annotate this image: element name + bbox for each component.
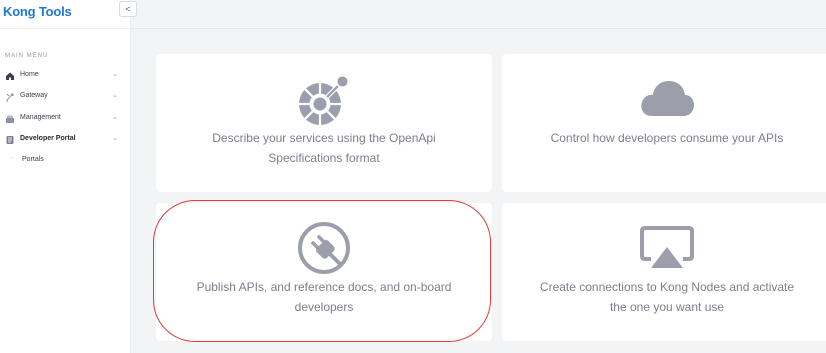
gateway-icon [6, 93, 14, 102]
sidebar-item-label: Management [20, 114, 61, 121]
openapi-card[interactable]: Describe your services using the OpenApi… [156, 54, 492, 192]
chevron-down-icon: ⌄ [112, 135, 118, 142]
sidebar-item-label: Gateway [20, 92, 48, 99]
consume-apis-card-text-line1: Control how developers consume your APIs [550, 131, 784, 145]
sidebar-item-gateway[interactable]: Gateway ⌄ [0, 90, 131, 104]
publish-apis-card[interactable]: Publish APIs, and reference docs, and on… [156, 203, 492, 341]
brand-divider [0, 28, 131, 29]
chevron-down-icon: ⌄ [112, 92, 118, 99]
home-icon [6, 72, 14, 80]
sidebar-item-label: Home [20, 71, 39, 78]
kong-nodes-card[interactable]: Create connections to Kong Nodes and act… [502, 203, 826, 341]
kong-nodes-card-text-line1: Create connections to Kong Nodes and act… [539, 280, 795, 294]
sidebar-item-management[interactable]: Management ⌄ [0, 112, 131, 126]
chevron-down-icon: ⌄ [112, 71, 118, 78]
kong-tools-logo[interactable]: Kong Tools [3, 4, 72, 19]
openapi-card-text-line2: Specifications format [268, 151, 380, 165]
sidebar-item-developer-portal[interactable]: Developer Portal ⌄ [0, 133, 131, 147]
kong-nodes-card-text-line2: the one you want use [609, 300, 725, 314]
openapi-card-text-line1: Describe your services using the OpenApi [212, 131, 436, 145]
plug-icon [298, 222, 350, 274]
connection-icon [640, 226, 694, 268]
sidebar-item-label: Developer Portal [20, 135, 76, 142]
openapi-icon [299, 74, 350, 125]
developer-portal-icon [6, 136, 14, 144]
chevron-down-icon: ⌄ [112, 114, 118, 121]
management-icon [6, 114, 14, 123]
sidebar-item-home[interactable]: Home ⌄ [0, 69, 131, 83]
header-divider [131, 28, 826, 29]
consume-apis-card[interactable]: Control how developers consume your APIs [502, 54, 826, 192]
collapse-sidebar-button[interactable]: < [119, 1, 137, 17]
bullet-icon: · [10, 155, 13, 162]
cloud-icon [641, 81, 694, 116]
sidebar-subitem-label: Portals [22, 156, 44, 163]
main-content: Describe your services using the OpenApi… [131, 0, 826, 353]
publish-apis-card-text-line2: developers [294, 300, 354, 314]
publish-apis-card-text-line1: Publish APIs, and reference docs, and on… [196, 280, 452, 294]
sidebar: Kong Tools MAIN MENU Home ⌄ Gateway ⌄ Ma… [0, 0, 131, 353]
main-menu-title: MAIN MENU [5, 53, 49, 59]
brand-header: Kong Tools [0, 0, 131, 28]
